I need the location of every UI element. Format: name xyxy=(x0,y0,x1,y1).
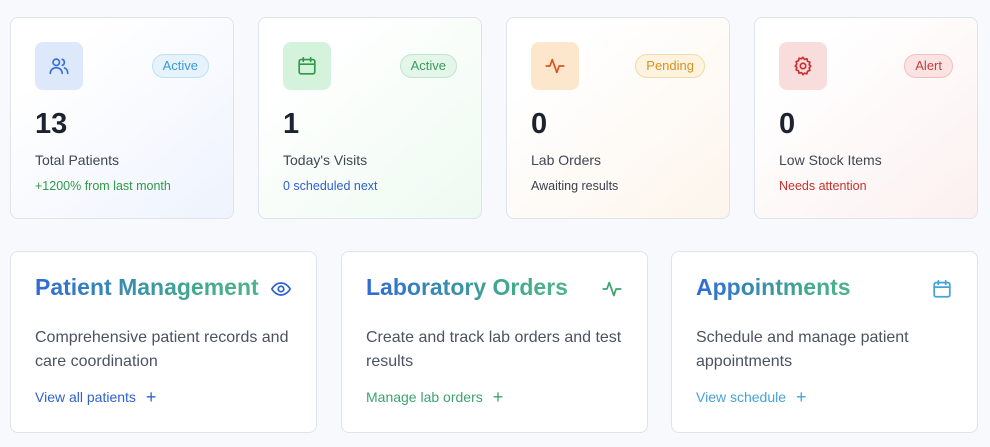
stat-label: Total Patients xyxy=(35,152,120,168)
link-label: View all patients xyxy=(35,389,136,405)
module-description: Create and track lab orders and test res… xyxy=(366,329,622,370)
eye-icon xyxy=(270,282,292,296)
status-badge: Active xyxy=(399,54,457,78)
stat-card-lab-orders: Pending 0 Lab Orders Awaiting results xyxy=(506,17,730,219)
calendar-icon xyxy=(933,279,951,298)
module-card-patient-management[interactable]: Patient Management Comprehensive patient… xyxy=(10,251,317,433)
stat-value: 0 xyxy=(779,108,796,140)
module-title: Appointments xyxy=(696,274,851,300)
stat-card-total-patients: Active 13 Total Patients +1200% from las… xyxy=(10,17,234,219)
plus-icon: + xyxy=(492,387,504,407)
activity-icon xyxy=(531,42,579,90)
calendar-icon xyxy=(283,42,331,90)
status-badge: Active xyxy=(151,54,209,78)
module-title: Patient Management xyxy=(35,274,259,300)
gear-icon xyxy=(779,42,827,90)
stat-card-todays-visits: Active 1 Today's Visits 0 scheduled next xyxy=(258,17,482,219)
link-label: Manage lab orders xyxy=(366,389,483,405)
module-card-appointments[interactable]: Appointments Schedule and manage patient… xyxy=(671,251,978,433)
stat-card-low-stock: Alert 0 Low Stock Items Needs attention xyxy=(754,17,978,219)
module-title: Laboratory Orders xyxy=(366,274,568,300)
users-icon xyxy=(35,42,83,90)
stat-subtext: +1200% from last month xyxy=(35,179,171,193)
plus-icon: + xyxy=(796,387,807,407)
stat-subtext: 0 scheduled next xyxy=(283,179,378,193)
view-schedule-link[interactable]: View schedule + xyxy=(696,387,807,407)
view-all-patients-link[interactable]: View all patients + xyxy=(35,387,157,407)
manage-lab-orders-link[interactable]: Manage lab orders + xyxy=(366,387,504,407)
module-description: Schedule and manage patient appointments xyxy=(696,329,909,370)
status-badge: Alert xyxy=(904,54,953,78)
status-badge: Pending xyxy=(635,54,705,78)
module-description: Comprehensive patient records and care c… xyxy=(35,329,289,370)
stat-subtext: Awaiting results xyxy=(531,179,619,193)
stat-value: 13 xyxy=(35,108,68,140)
stat-subtext: Needs attention xyxy=(779,179,867,193)
activity-icon xyxy=(602,281,622,297)
stat-label: Low Stock Items xyxy=(779,152,882,168)
stat-label: Lab Orders xyxy=(531,152,602,168)
module-card-laboratory-orders[interactable]: Laboratory Orders Create and track lab o… xyxy=(341,251,648,433)
stat-label: Today's Visits xyxy=(283,152,368,168)
stat-value: 0 xyxy=(531,108,548,140)
plus-icon: + xyxy=(145,387,157,407)
stat-value: 1 xyxy=(283,108,300,140)
link-label: View schedule xyxy=(696,389,787,405)
